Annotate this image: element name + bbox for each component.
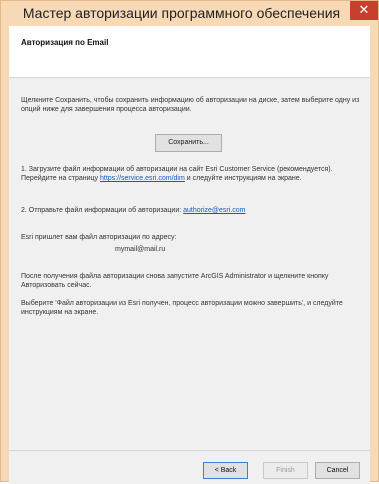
step2-text-start: 2. Отправьте файл информации об авториза… (21, 207, 184, 214)
finish-button[interactable]: Finish (263, 462, 308, 479)
user-email: mymail@mail.ru (115, 246, 166, 253)
save-button[interactable]: Сохранить... (155, 134, 222, 152)
authorization-wizard-window: Мастер авторизации программного обеспече… (0, 0, 379, 484)
after-receive-text: После получения файла авторизации снова … (21, 273, 329, 289)
title-bar[interactable]: Мастер авторизации программного обеспече… (1, 1, 378, 26)
cancel-button[interactable]: Cancel (315, 462, 360, 479)
wizard-content: Щелкните Сохранить, чтобы сохранить инфо… (9, 78, 370, 450)
esri-sends-text: Esri пришлет вам файл авторизации по адр… (21, 234, 177, 241)
step2-text: 2. Отправьте файл информации об авториза… (21, 206, 361, 215)
back-button[interactable]: < Back (203, 462, 248, 479)
wizard-header: Авторизация по Email (9, 26, 370, 78)
step1-text-end: и следуйте инструкциям на экране. (184, 175, 302, 182)
email-link[interactable]: authorize@esri.com (183, 207, 245, 214)
intro-text: Щелкните Сохранить, чтобы сохранить инфо… (21, 97, 360, 113)
window-title: Мастер авторизации программного обеспече… (22, 5, 341, 21)
step1-text: 1. Загрузите файл информации об авториза… (21, 165, 361, 183)
service-link[interactable]: https://service.esri.com/dim (100, 175, 185, 182)
close-icon[interactable]: ✕ (350, 1, 378, 20)
page-title: Авторизация по Email (21, 38, 109, 47)
select-option-text: Выберите 'Файл авторизации из Esri получ… (21, 300, 343, 316)
wizard-footer: < Back Finish Cancel (9, 450, 370, 484)
